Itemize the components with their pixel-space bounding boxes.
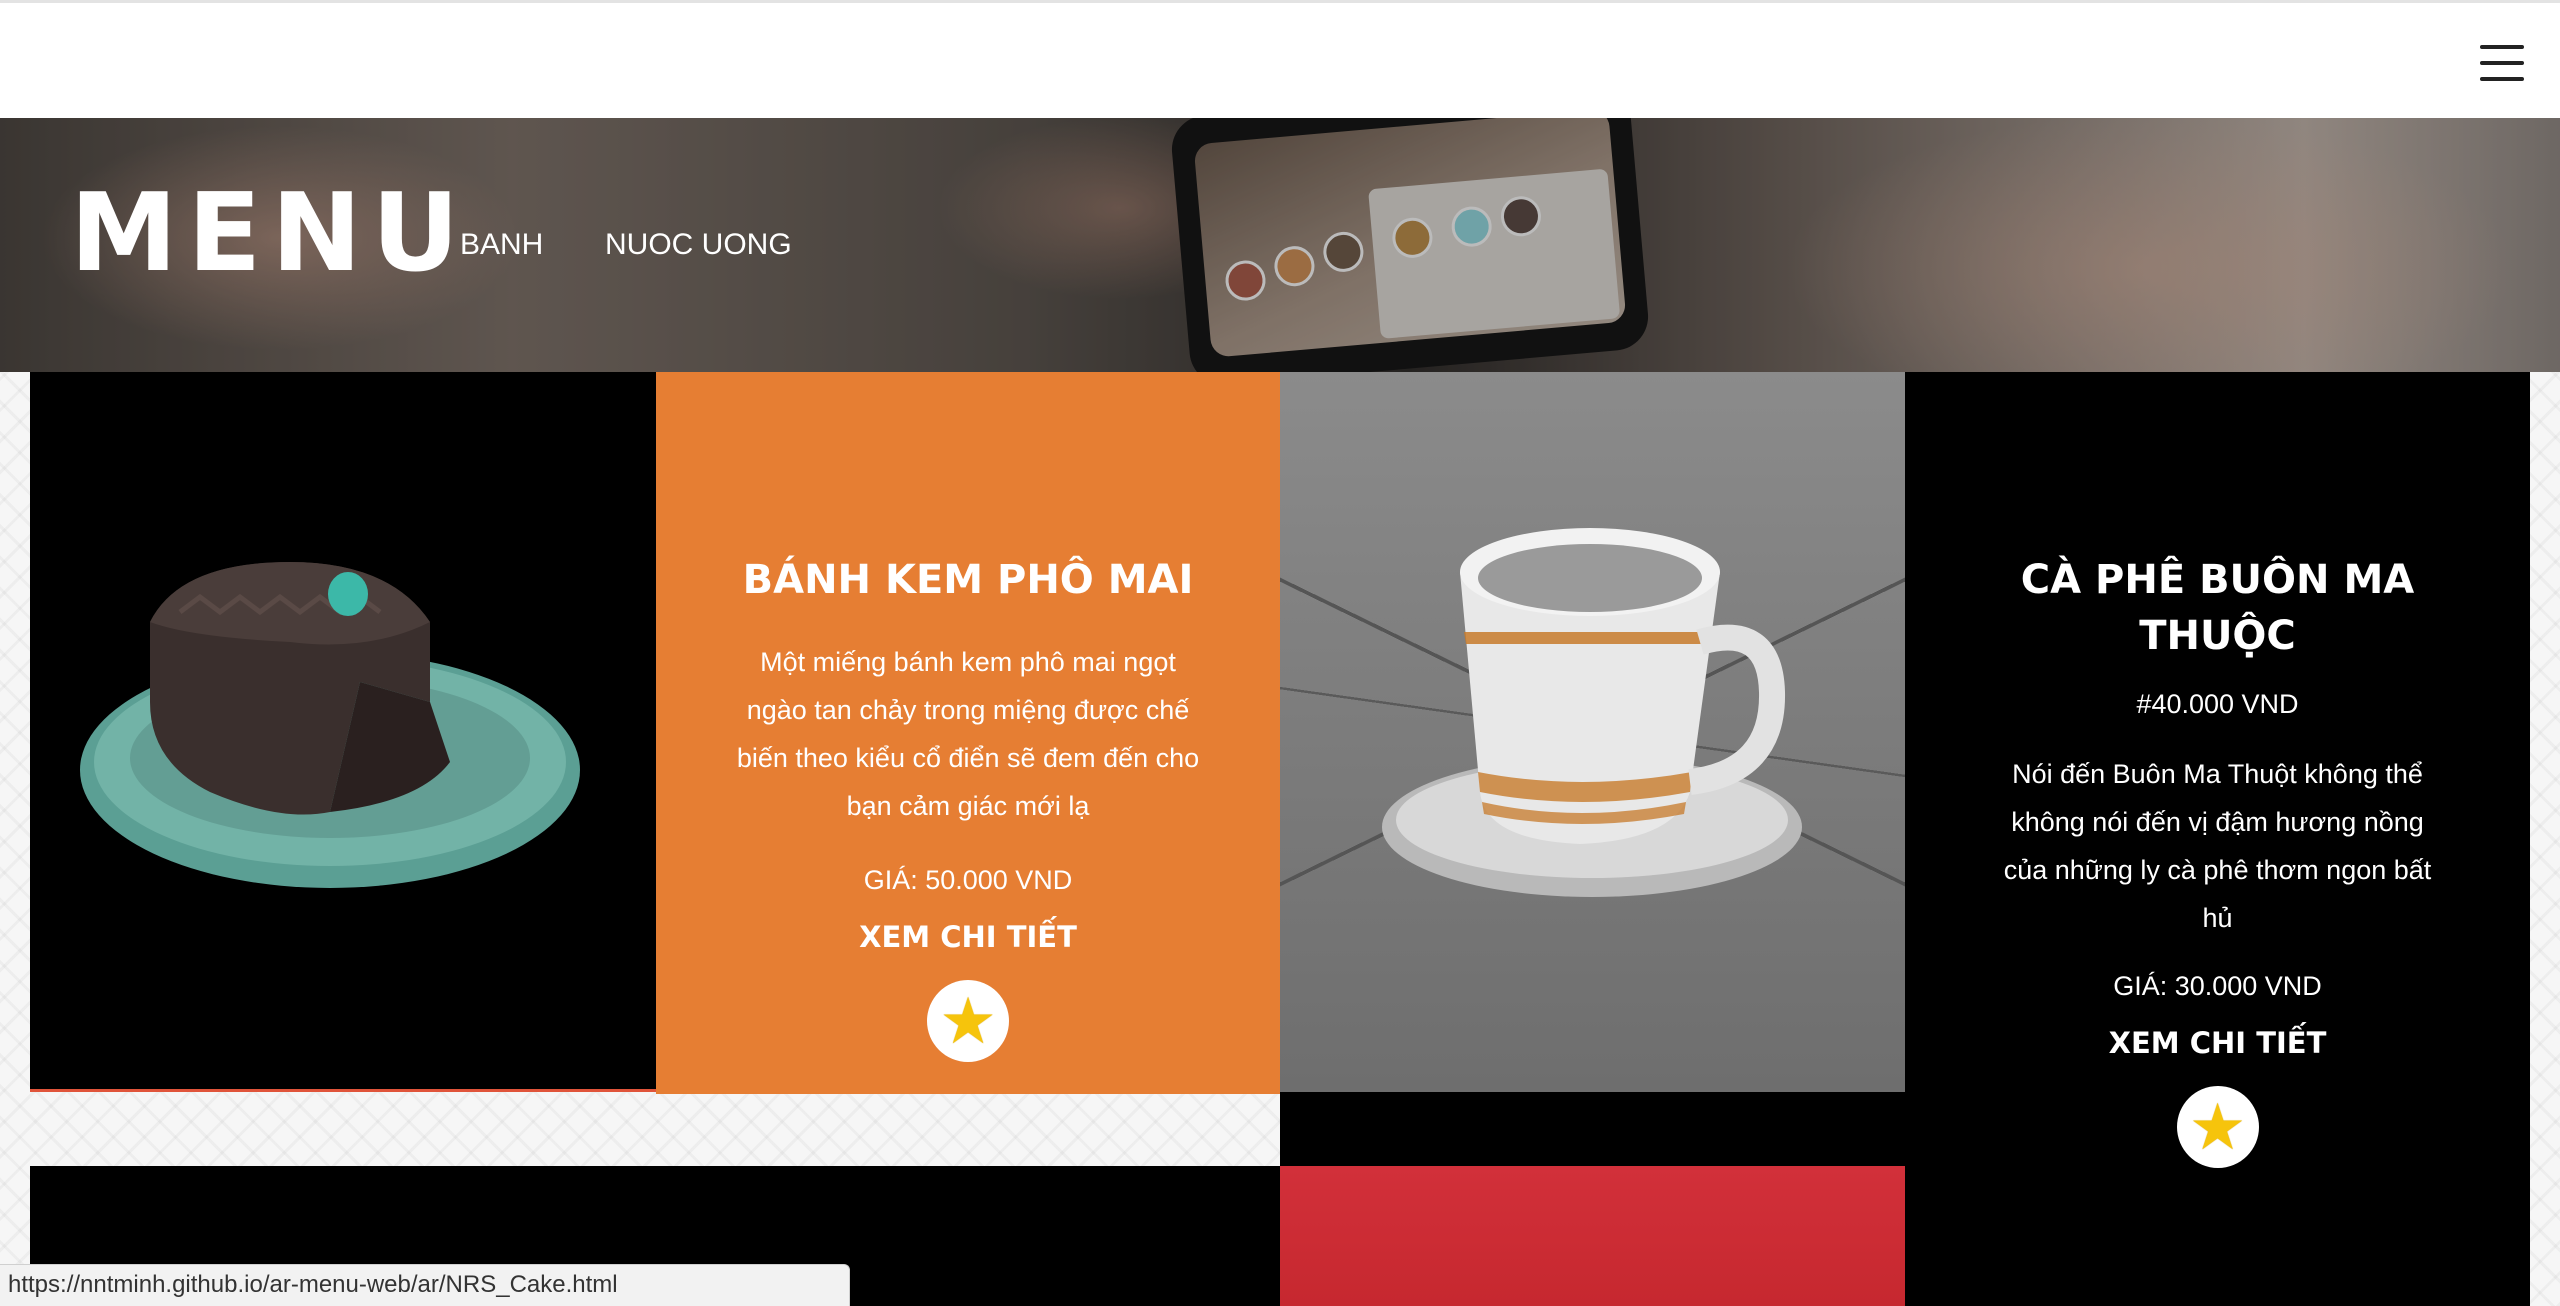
product-description: Nói đến Buôn Ma Thuột không thể không nó… [2003, 759, 2432, 933]
coffee-image-tile[interactable] [1280, 372, 1905, 1092]
cake-image-tile[interactable] [30, 372, 656, 1092]
product-price: GIÁ: 30.000 VND [2113, 971, 2322, 1001]
top-bar [0, 0, 2560, 118]
product-price: GIÁ: 50.000 VND [863, 865, 1073, 895]
view-detail-button[interactable]: XEM CHI TIẾT [859, 920, 1077, 954]
product-tag: #40.000 VND [2136, 689, 2299, 719]
favorite-button[interactable]: ★ [927, 980, 1009, 1062]
favorite-button[interactable]: ★ [2176, 1086, 2259, 1168]
cheesecake-image [80, 562, 580, 888]
link-preview-status-bar: https://nntminh.github.io/ar-menu-web/ar… [0, 1264, 850, 1306]
view-detail-button[interactable]: XEM CHI TIẾT [2109, 1026, 2327, 1060]
nav-link-banh[interactable]: BANH [460, 228, 543, 262]
product-tile-row2-red[interactable] [1280, 1166, 1905, 1306]
page-title: MENU [70, 171, 470, 296]
product-card-cheesecake: BÁNH KEM PHÔ MAI Một miếng bánh kem phô … [656, 372, 1280, 1094]
nav-link-nuoc-uong[interactable]: NUOC UONG [605, 228, 792, 262]
product-name: CÀ PHÊ BUÔN MA THUỘC [2020, 557, 2415, 659]
hamburger-icon[interactable] [2480, 45, 2524, 81]
product-description: Một miếng bánh kem phô mai ngọt ngào tan… [736, 647, 1200, 821]
star-icon: ★ [939, 985, 997, 1057]
coffee-cup-image [1382, 528, 1802, 897]
star-icon: ★ [2188, 1091, 2247, 1163]
product-name: BÁNH KEM PHÔ MAI [742, 557, 1194, 603]
product-card-coffee: CÀ PHÊ BUÔN MA THUỘC #40.000 VND Nói đến… [1905, 372, 2530, 1306]
spacer-tile [1280, 1092, 1905, 1166]
